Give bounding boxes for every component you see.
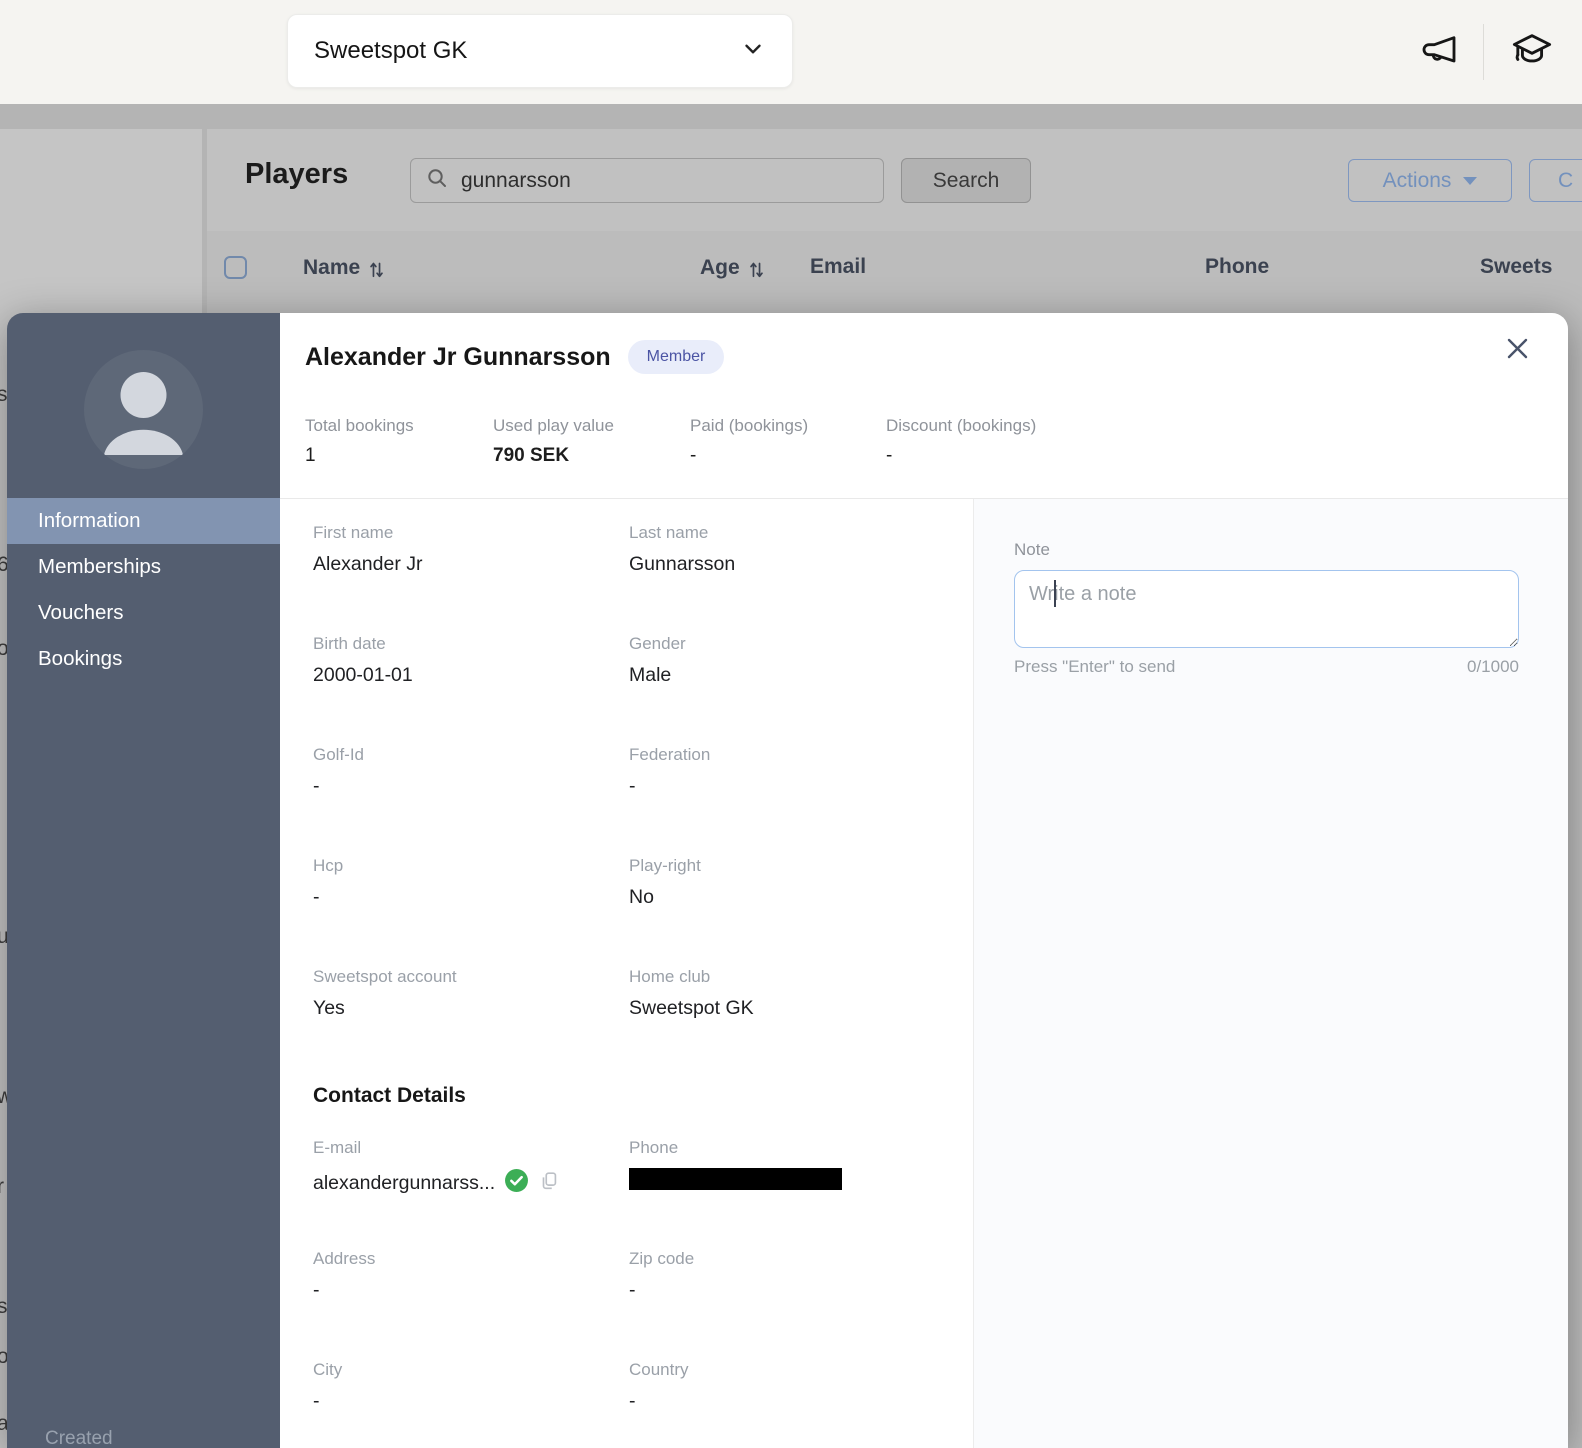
field-city: City - bbox=[313, 1360, 629, 1448]
clipped-bg-text: a bbox=[0, 1412, 7, 1436]
field-golf-id: Golf-Id - bbox=[313, 745, 629, 856]
phone-redacted-value bbox=[629, 1168, 842, 1190]
page-title: Players bbox=[245, 158, 348, 191]
clipped-bg-text: w bbox=[0, 1085, 7, 1109]
field-zip-code: Zip code - bbox=[629, 1249, 973, 1360]
field-play-right: Play-right No bbox=[629, 856, 973, 967]
clipped-bg-text: o bbox=[0, 1345, 7, 1369]
note-hint: Press "Enter" to send bbox=[1014, 657, 1175, 677]
drawer-header: Alexander Jr Gunnarsson Member Total boo… bbox=[280, 313, 1568, 499]
note-label: Note bbox=[1014, 540, 1568, 560]
player-detail-drawer: Information Memberships Vouchers Booking… bbox=[7, 313, 1568, 1448]
caret-down-icon bbox=[1463, 177, 1477, 185]
email-value: alexandergunnarss... bbox=[313, 1172, 495, 1195]
notes-panel: Note Press "Enter" to send 0/1000 bbox=[973, 499, 1568, 1448]
note-counter: 0/1000 bbox=[1467, 657, 1519, 677]
stat-used-play-value: Used play value 790 SEK bbox=[493, 416, 690, 467]
academy-button[interactable] bbox=[1506, 28, 1558, 77]
member-badge: Member bbox=[628, 340, 725, 374]
field-federation: Federation - bbox=[629, 745, 973, 856]
drawer-menu: Information Memberships Vouchers Booking… bbox=[7, 498, 280, 682]
field-birth-date: Birth date 2000-01-01 bbox=[313, 634, 629, 745]
stat-total-bookings: Total bookings 1 bbox=[305, 416, 493, 467]
graduation-cap-icon bbox=[1506, 28, 1558, 77]
search-icon bbox=[425, 166, 449, 195]
create-button-partial[interactable]: C bbox=[1529, 159, 1582, 202]
topbar: Sweetspot GK bbox=[0, 0, 1582, 104]
stat-paid-bookings: Paid (bookings) - bbox=[690, 416, 886, 467]
column-header-name[interactable]: Name bbox=[303, 255, 385, 280]
field-hcp: Hcp - bbox=[313, 856, 629, 967]
chevron-down-icon bbox=[740, 36, 766, 67]
contact-details-heading: Contact Details bbox=[313, 1078, 973, 1138]
players-search-box[interactable] bbox=[410, 158, 884, 203]
player-name-title: Alexander Jr Gunnarsson bbox=[305, 343, 611, 372]
clipped-bg-text: s bbox=[0, 383, 7, 407]
club-selector-value: Sweetspot GK bbox=[314, 37, 740, 65]
field-phone: Phone bbox=[629, 1138, 973, 1249]
clipped-bg-text: r bbox=[0, 1175, 7, 1199]
field-address: Address - bbox=[313, 1249, 629, 1360]
avatar bbox=[84, 350, 203, 469]
column-header-sweetspot[interactable]: Sweets bbox=[1480, 255, 1552, 279]
create-button-label: C bbox=[1558, 169, 1573, 193]
menu-item-memberships[interactable]: Memberships bbox=[7, 544, 280, 590]
copy-icon[interactable] bbox=[538, 1169, 560, 1199]
field-country: Country - bbox=[629, 1360, 973, 1448]
column-header-email[interactable]: Email bbox=[810, 255, 866, 279]
field-gender: Gender Male bbox=[629, 634, 973, 745]
actions-button[interactable]: Actions bbox=[1348, 159, 1512, 202]
player-stats: Total bookings 1 Used play value 790 SEK… bbox=[305, 416, 1106, 467]
drawer-sidebar: Information Memberships Vouchers Booking… bbox=[7, 313, 280, 1448]
note-input[interactable] bbox=[1014, 570, 1519, 648]
field-home-club: Home club Sweetspot GK bbox=[629, 967, 973, 1078]
clipped-bg-text: o bbox=[0, 637, 7, 661]
announcements-button[interactable] bbox=[1417, 31, 1461, 74]
clipped-bg-text: u bbox=[0, 925, 7, 949]
column-header-age[interactable]: Age bbox=[700, 255, 765, 280]
player-info-form: First name Alexander Jr Last name Gunnar… bbox=[280, 499, 973, 1448]
field-first-name: First name Alexander Jr bbox=[313, 523, 629, 634]
field-email: E-mail alexandergunnarss... bbox=[313, 1138, 629, 1249]
sort-icon[interactable] bbox=[368, 258, 385, 280]
club-selector-dropdown[interactable]: Sweetspot GK bbox=[287, 14, 793, 88]
search-button[interactable]: Search bbox=[901, 158, 1031, 203]
drawer-content: Alexander Jr Gunnarsson Member Total boo… bbox=[280, 313, 1568, 1448]
stat-discount-bookings: Discount (bookings) - bbox=[886, 416, 1106, 467]
topbar-divider bbox=[1483, 24, 1484, 80]
actions-button-label: Actions bbox=[1383, 169, 1452, 193]
select-all-checkbox[interactable] bbox=[224, 256, 247, 279]
field-last-name: Last name Gunnarsson bbox=[629, 523, 973, 634]
close-button[interactable] bbox=[1503, 334, 1532, 366]
menu-item-bookings[interactable]: Bookings bbox=[7, 636, 280, 682]
clipped-bg-text: 6 bbox=[0, 553, 7, 577]
column-header-phone[interactable]: Phone bbox=[1205, 255, 1269, 279]
field-sweetspot-account: Sweetspot account Yes bbox=[313, 967, 629, 1078]
sidebar-created-label: Created bbox=[45, 1428, 113, 1448]
close-icon bbox=[1503, 351, 1532, 366]
sort-icon[interactable] bbox=[748, 258, 765, 280]
check-circle-icon bbox=[504, 1168, 529, 1199]
megaphone-icon bbox=[1417, 31, 1461, 74]
clipped-bg-text: s bbox=[0, 1295, 7, 1319]
text-caret bbox=[1054, 580, 1056, 607]
menu-item-information[interactable]: Information bbox=[7, 498, 280, 544]
search-input[interactable] bbox=[461, 169, 869, 193]
menu-item-vouchers[interactable]: Vouchers bbox=[7, 590, 280, 636]
